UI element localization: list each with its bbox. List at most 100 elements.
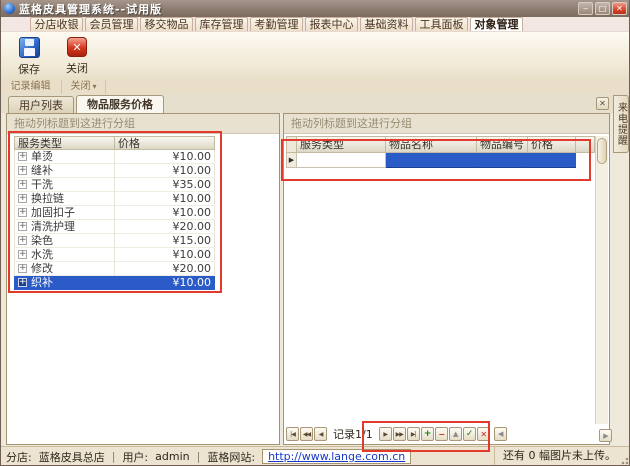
site-label: 蓝格网站: bbox=[207, 449, 255, 465]
expand-icon[interactable]: + bbox=[18, 222, 27, 231]
expand-icon[interactable]: + bbox=[18, 166, 27, 175]
nav-prior-page-button[interactable]: ◀◀ bbox=[300, 427, 313, 441]
nav-post-button[interactable]: ✓ bbox=[463, 427, 476, 441]
nav-next-page-button[interactable]: ▶▶ bbox=[393, 427, 406, 441]
ribbon-tab-inventory[interactable]: 库存管理 bbox=[195, 17, 248, 31]
new-record-row[interactable]: ▶ bbox=[286, 153, 576, 168]
expand-icon[interactable]: + bbox=[18, 236, 27, 245]
tab-user-list[interactable]: 用户列表 bbox=[8, 96, 74, 113]
table-row[interactable]: +修改 ¥20.00 bbox=[14, 262, 215, 276]
table-row[interactable]: +单烫 ¥10.00 bbox=[14, 150, 215, 164]
table-row[interactable]: +干洗 ¥35.00 bbox=[14, 178, 215, 192]
item-price-panel: 拖动列标题到这进行分组 服务类型 物品名称 物品编号 价格 ▶ |◀ ◀◀ ◀ … bbox=[283, 113, 610, 445]
title-bar: 蓝格皮具管理系统--试用版 ‒ □ ✕ bbox=[0, 0, 630, 17]
record-navigator: |◀ ◀◀ ◀ 记录1/1 ▶ ▶▶ ▶| + − ▲ ✓ ✕ ◀ bbox=[286, 426, 507, 442]
cell-price[interactable] bbox=[528, 153, 576, 168]
cell-service-type-edit[interactable] bbox=[297, 153, 386, 168]
ribbon-tab-branch-cashier[interactable]: 分店收银 bbox=[30, 17, 83, 31]
table-row[interactable]: +换拉链 ¥10.00 bbox=[14, 192, 215, 206]
ribbon-tab-member-mgmt[interactable]: 会员管理 bbox=[85, 17, 138, 31]
ribbon-tab-base-data[interactable]: 基础资料 bbox=[360, 17, 413, 31]
right-grid-header: 服务类型 物品名称 物品编号 价格 bbox=[286, 136, 595, 153]
left-grid-header: 服务类型 价格 bbox=[14, 136, 215, 150]
vertical-scrollbar[interactable] bbox=[595, 136, 608, 424]
table-row[interactable]: +缝补 ¥10.00 bbox=[14, 164, 215, 178]
document-tab-bar: 用户列表 物品服务价格 bbox=[0, 94, 630, 113]
branch-label: 分店: bbox=[6, 449, 32, 465]
close-window-button[interactable]: ✕ bbox=[612, 2, 627, 15]
column-header-service-type[interactable]: 服务类型 bbox=[297, 136, 386, 153]
column-header-price[interactable]: 价格 bbox=[528, 136, 576, 153]
tab-item-service-price[interactable]: 物品服务价格 bbox=[76, 95, 164, 113]
table-row[interactable]: +染色 ¥15.00 bbox=[14, 234, 215, 248]
nav-last-button[interactable]: ▶| bbox=[407, 427, 420, 441]
upload-status-text: 还有 0 幅图片未上传。 bbox=[494, 447, 616, 465]
service-type-grid: 服务类型 价格 +单烫 ¥10.00 +缝补 ¥10.00 +干洗 ¥35.00… bbox=[14, 136, 215, 290]
table-row-selected[interactable]: +织补 ¥10.00 bbox=[14, 276, 215, 290]
column-header-item-name[interactable]: 物品名称 bbox=[386, 136, 477, 153]
service-price-panel: 拖动列标题到这进行分组 服务类型 价格 +单烫 ¥10.00 +缝补 ¥10.0… bbox=[6, 113, 280, 445]
window-title: 蓝格皮具管理系统--试用版 bbox=[19, 1, 578, 17]
ribbon-group-labels: 记录编辑 关闭▾ bbox=[0, 80, 630, 95]
ribbon-tab-tools[interactable]: 工具面板 bbox=[415, 17, 468, 31]
expand-icon[interactable]: + bbox=[18, 278, 27, 287]
expand-icon[interactable]: + bbox=[18, 208, 27, 217]
nav-edit-button[interactable]: ▲ bbox=[449, 427, 462, 441]
ribbon-tab-attendance[interactable]: 考勤管理 bbox=[250, 17, 303, 31]
website-link-box: http://www.lange.com.cn bbox=[262, 449, 411, 464]
column-header-item-no[interactable]: 物品编号 bbox=[477, 136, 528, 153]
group-label-close: 关闭▾ bbox=[62, 80, 106, 94]
ribbon-tab-object-mgmt[interactable]: 对象管理 bbox=[470, 17, 523, 31]
nav-next-button[interactable]: ▶ bbox=[379, 427, 392, 441]
close-tab-button[interactable]: ✕ bbox=[596, 97, 609, 110]
ribbon-tab-reports[interactable]: 报表中心 bbox=[305, 17, 358, 31]
nav-prior-button[interactable]: ◀ bbox=[314, 427, 327, 441]
minimize-button[interactable]: ‒ bbox=[578, 2, 593, 15]
table-row[interactable]: +水洗 ¥10.00 bbox=[14, 248, 215, 262]
cell-item-name[interactable] bbox=[386, 153, 477, 168]
row-indicator-icon: ▶ bbox=[286, 153, 297, 168]
hscroll-right-button[interactable]: ▶ bbox=[599, 429, 612, 442]
resize-grip[interactable] bbox=[618, 454, 629, 465]
table-row[interactable]: +加固扣子 ¥10.00 bbox=[14, 206, 215, 220]
save-button-label: 保存 bbox=[18, 61, 40, 77]
side-tab-caller-id[interactable]: 来电提醒 bbox=[613, 95, 629, 153]
ribbon-tab-item-transfer[interactable]: 移交物品 bbox=[140, 17, 193, 31]
website-link[interactable]: http://www.lange.com.cn bbox=[268, 450, 405, 463]
column-header-price[interactable]: 价格 bbox=[115, 136, 215, 150]
hscroll-left-button[interactable]: ◀ bbox=[494, 427, 507, 441]
scrollbar-thumb[interactable] bbox=[597, 138, 607, 164]
app-logo-icon bbox=[4, 3, 15, 14]
left-groupby-zone[interactable]: 拖动列标题到这进行分组 bbox=[7, 114, 279, 134]
chevron-down-icon[interactable]: ▾ bbox=[92, 82, 96, 91]
close-icon: ✕ bbox=[67, 37, 87, 57]
group-label-record-edit: 记录编辑 bbox=[0, 80, 62, 94]
branch-name: 蓝格皮具总店 bbox=[39, 449, 105, 465]
nav-delete-button[interactable]: − bbox=[435, 427, 448, 441]
close-button-label: 关闭 bbox=[66, 60, 88, 76]
expand-icon[interactable]: + bbox=[18, 264, 27, 273]
table-row[interactable]: +清洗护理 ¥20.00 bbox=[14, 220, 215, 234]
window-controls: ‒ □ ✕ bbox=[578, 2, 627, 15]
ribbon-toolbar: 保存 ✕ 关闭 bbox=[0, 32, 630, 81]
nav-insert-button[interactable]: + bbox=[421, 427, 434, 441]
nav-first-button[interactable]: |◀ bbox=[286, 427, 299, 441]
maximize-button[interactable]: □ bbox=[595, 2, 610, 15]
record-counter: 记录1/1 bbox=[333, 426, 373, 442]
save-icon bbox=[19, 37, 40, 58]
expand-icon[interactable]: + bbox=[18, 194, 27, 203]
cell-item-no[interactable] bbox=[477, 153, 528, 168]
expand-icon[interactable]: + bbox=[18, 250, 27, 259]
ribbon-tab-bar: 分店收银 会员管理 移交物品 库存管理 考勤管理 报表中心 基础资料 工具面板 … bbox=[0, 17, 630, 32]
close-button[interactable]: ✕ 关闭 bbox=[56, 34, 98, 78]
right-groupby-zone[interactable]: 拖动列标题到这进行分组 bbox=[284, 114, 609, 134]
user-label: 用户: bbox=[122, 449, 148, 465]
expand-icon[interactable]: + bbox=[18, 180, 27, 189]
row-indicator-header bbox=[286, 136, 297, 153]
column-header-blank bbox=[576, 136, 595, 153]
user-name: admin bbox=[155, 450, 189, 463]
expand-icon[interactable]: + bbox=[18, 152, 27, 161]
nav-cancel-button[interactable]: ✕ bbox=[477, 427, 490, 441]
column-header-service-type[interactable]: 服务类型 bbox=[14, 136, 115, 150]
save-button[interactable]: 保存 bbox=[8, 34, 50, 78]
